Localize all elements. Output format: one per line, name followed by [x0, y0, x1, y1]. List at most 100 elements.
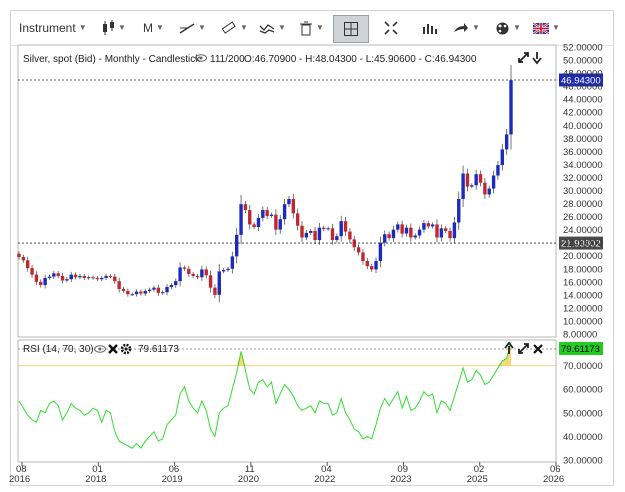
candle-up: [452, 222, 457, 239]
price-axis-tick-label: 48.00000: [563, 69, 603, 80]
candle-up: [474, 174, 478, 186]
candle-down: [295, 213, 300, 226]
candle-down: [400, 224, 404, 234]
candle-down: [387, 234, 391, 239]
candle-up: [174, 281, 178, 286]
price-axis-tick-label: 46.00000: [563, 82, 603, 93]
candle-up: [278, 219, 282, 230]
candle-down: [478, 174, 483, 183]
rsi-last-label: 79.61173: [561, 344, 600, 355]
price-axis-tick-label: 52.00000: [563, 43, 603, 54]
candle-up: [65, 279, 69, 281]
candle-up: [487, 188, 491, 195]
candle-down: [195, 275, 200, 278]
candle-down: [248, 210, 252, 225]
candle-up: [404, 227, 409, 234]
candle-up: [317, 227, 322, 241]
candle-down: [426, 223, 430, 227]
price-axis-tick-label: 10.00000: [563, 316, 603, 327]
candle-down: [82, 275, 87, 278]
x-axis-year-label: 2023: [390, 474, 411, 485]
candle-up: [304, 232, 309, 238]
price-axis-tick-label: 26.00000: [563, 212, 603, 223]
candle-up: [430, 224, 435, 227]
candle-down: [265, 210, 269, 216]
rsi-axis-tick-label: 70.00000: [563, 361, 603, 372]
candle-up: [178, 267, 182, 282]
candle-up: [143, 290, 147, 294]
rsi-axis-tick-label: 40.00000: [563, 432, 603, 443]
price-axis-tick-label: 12.00000: [563, 303, 603, 314]
candle-up: [461, 173, 465, 199]
candle-down: [465, 173, 470, 187]
candle-down: [291, 198, 296, 214]
candle-up: [391, 229, 396, 239]
price-axis-tick-label: 30.00000: [563, 186, 603, 197]
candle-down: [121, 288, 126, 291]
ohlc-readout: O:46.70900 - H:48.04300 - L:45.90600 - C…: [244, 54, 477, 65]
candle-down: [322, 227, 326, 229]
candle-down: [191, 273, 195, 276]
price-axis-tick-label: 28.00000: [563, 199, 603, 210]
price-axis-tick-label: 40.00000: [563, 121, 603, 132]
candle-up: [261, 210, 265, 218]
candle-down: [208, 275, 213, 288]
chart-canvas[interactable]: 46.9430021.93802 79.61173 52.0000050.000…: [0, 0, 625, 492]
rsi-value-readout: 79.61173: [138, 344, 179, 355]
candle-down: [182, 267, 187, 269]
price-axis-tick-label: 32.00000: [563, 173, 603, 184]
candle-up: [335, 236, 339, 241]
candle-up: [374, 260, 378, 270]
candle-up: [504, 134, 509, 150]
price-axis-tick-label: 8.00000: [563, 330, 597, 341]
candle-down: [409, 227, 413, 238]
candle-down: [187, 268, 191, 274]
rsi-title: RSI (14, 70, 30): [23, 344, 94, 355]
candle-up: [269, 214, 274, 216]
candle-up: [152, 287, 156, 290]
candle-up: [147, 289, 152, 291]
x-axis-year-label: 2026: [543, 474, 564, 485]
rsi-pane: [17, 339, 557, 463]
candle-up: [457, 198, 461, 223]
candle-down: [356, 247, 361, 253]
candle-up: [496, 165, 500, 176]
candle-down: [95, 277, 100, 280]
candle-up: [47, 276, 52, 278]
candle-up: [239, 204, 243, 235]
candle-down: [361, 252, 365, 261]
candle-up: [100, 277, 104, 280]
candle-up: [169, 285, 174, 288]
candle-up: [339, 221, 343, 237]
candle-down: [91, 277, 95, 279]
candle-down: [343, 221, 348, 232]
bar-counter: 111/200: [210, 54, 245, 65]
candle-down: [204, 269, 208, 276]
candle-down: [117, 281, 121, 289]
candle-up: [378, 242, 383, 261]
candle-down: [126, 290, 130, 295]
candle-up: [417, 229, 422, 236]
candle-down: [443, 228, 448, 231]
candle-down: [108, 275, 113, 277]
x-axis-year-label: 2020: [238, 474, 259, 485]
candle-up: [230, 256, 235, 269]
candle-up: [500, 149, 504, 166]
candle-up: [439, 228, 444, 238]
candle-up: [86, 277, 91, 279]
candle-up: [221, 270, 226, 272]
candle-up: [134, 291, 139, 295]
price-axis-tick-label: 14.00000: [563, 290, 603, 301]
x-axis-year-label: 2018: [85, 474, 106, 485]
price-axis-tick-label: 38.00000: [563, 134, 603, 145]
candle-up: [52, 273, 56, 277]
candle-down: [369, 266, 374, 270]
candle-up: [282, 204, 287, 220]
candle-up: [396, 224, 400, 230]
candle-down: [330, 228, 335, 241]
candle-down: [113, 276, 117, 282]
candle-up: [422, 223, 426, 230]
rsi-axis-tick-label: 30.00000: [563, 456, 603, 467]
price-axis-tick-label: 36.00000: [563, 147, 603, 158]
candle-up: [326, 228, 330, 230]
